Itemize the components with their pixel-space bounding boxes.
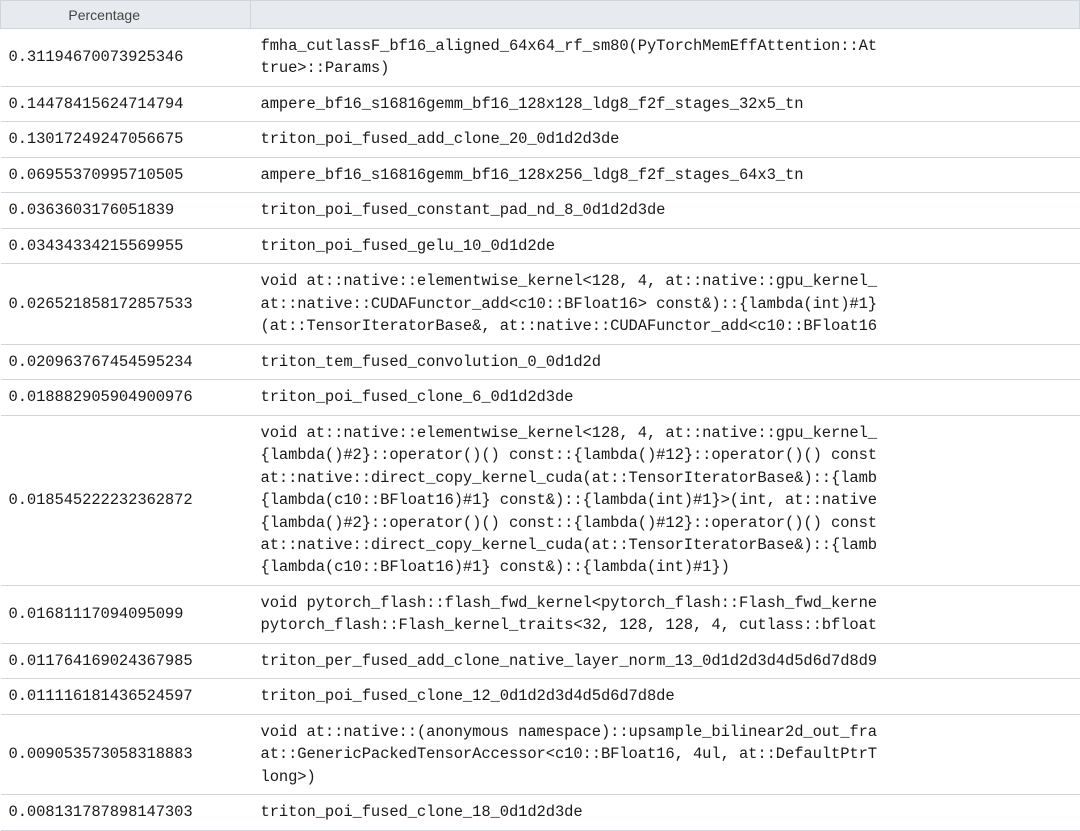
cell-percentage[interactable]: 0.020963767454595234 [1, 344, 251, 379]
cell-percentage[interactable]: 0.01681117094095099 [1, 585, 251, 643]
cell-name[interactable]: triton_poi_fused_add_clone_20_0d1d2d3de [251, 122, 1080, 157]
table-row: 0.0363603176051839triton_poi_fused_const… [1, 193, 1080, 228]
table-row: 0.020963767454595234triton_tem_fused_con… [1, 344, 1080, 379]
table-row: 0.14478415624714794ampere_bf16_s16816gem… [1, 86, 1080, 121]
cell-name[interactable]: triton_poi_fused_clone_12_0d1d2d3d4d5d6d… [251, 679, 1080, 714]
cell-name[interactable]: triton_poi_fused_gelu_10_0d1d2de [251, 228, 1080, 263]
table-row: 0.009053573058318883void at::native::(an… [1, 714, 1080, 794]
cell-percentage[interactable]: 0.011116181436524597 [1, 679, 251, 714]
cell-name[interactable]: triton_tem_fused_convolution_0_0d1d2d [251, 344, 1080, 379]
table-row: 0.011116181436524597triton_poi_fused_clo… [1, 679, 1080, 714]
cell-percentage[interactable]: 0.018545222232362872 [1, 415, 251, 585]
cell-percentage[interactable]: 0.018882905904900976 [1, 380, 251, 415]
header-name[interactable] [251, 1, 1080, 29]
table-row: 0.018882905904900976triton_poi_fused_clo… [1, 380, 1080, 415]
cell-name[interactable]: triton_poi_fused_constant_pad_nd_8_0d1d2… [251, 193, 1080, 228]
cell-percentage[interactable]: 0.31194670073925346 [1, 29, 251, 87]
cell-name[interactable]: triton_poi_fused_clone_18_0d1d2d3de [251, 795, 1080, 830]
header-percentage[interactable]: Percentage [1, 1, 251, 29]
cell-percentage[interactable]: 0.13017249247056675 [1, 122, 251, 157]
cell-name[interactable]: ampere_bf16_s16816gemm_bf16_128x128_ldg8… [251, 86, 1080, 121]
table-row: 0.03434334215569955triton_poi_fused_gelu… [1, 228, 1080, 263]
table-row: 0.06955370995710505ampere_bf16_s16816gem… [1, 157, 1080, 192]
cell-percentage[interactable]: 0.14478415624714794 [1, 86, 251, 121]
cell-percentage[interactable]: 0.009053573058318883 [1, 714, 251, 794]
cell-name[interactable]: void at::native::elementwise_kernel<128,… [251, 264, 1080, 344]
cell-name[interactable]: void at::native::elementwise_kernel<128,… [251, 415, 1080, 585]
cell-percentage[interactable]: 0.011764169024367985 [1, 643, 251, 678]
table-row: 0.018545222232362872void at::native::ele… [1, 415, 1080, 585]
cell-name[interactable]: triton_per_fused_add_clone_native_layer_… [251, 643, 1080, 678]
table-row: 0.31194670073925346fmha_cutlassF_bf16_al… [1, 29, 1080, 87]
table-row: 0.01681117094095099void pytorch_flash::f… [1, 585, 1080, 643]
cell-percentage[interactable]: 0.03434334215569955 [1, 228, 251, 263]
cell-percentage[interactable]: 0.026521858172857533 [1, 264, 251, 344]
cell-percentage[interactable]: 0.0363603176051839 [1, 193, 251, 228]
cell-name[interactable]: fmha_cutlassF_bf16_aligned_64x64_rf_sm80… [251, 29, 1080, 87]
profile-table: Percentage 0.31194670073925346fmha_cutla… [0, 0, 1080, 831]
table-row: 0.026521858172857533void at::native::ele… [1, 264, 1080, 344]
cell-name[interactable]: void pytorch_flash::flash_fwd_kernel<pyt… [251, 585, 1080, 643]
cell-percentage[interactable]: 0.06955370995710505 [1, 157, 251, 192]
table-row: 0.011764169024367985triton_per_fused_add… [1, 643, 1080, 678]
cell-name[interactable]: triton_poi_fused_clone_6_0d1d2d3de [251, 380, 1080, 415]
table-row: 0.008131787898147303triton_poi_fused_clo… [1, 795, 1080, 830]
cell-name[interactable]: ampere_bf16_s16816gemm_bf16_128x256_ldg8… [251, 157, 1080, 192]
cell-percentage[interactable]: 0.008131787898147303 [1, 795, 251, 830]
cell-name[interactable]: void at::native::(anonymous namespace)::… [251, 714, 1080, 794]
header-row: Percentage [1, 1, 1080, 29]
table-row: 0.13017249247056675triton_poi_fused_add_… [1, 122, 1080, 157]
